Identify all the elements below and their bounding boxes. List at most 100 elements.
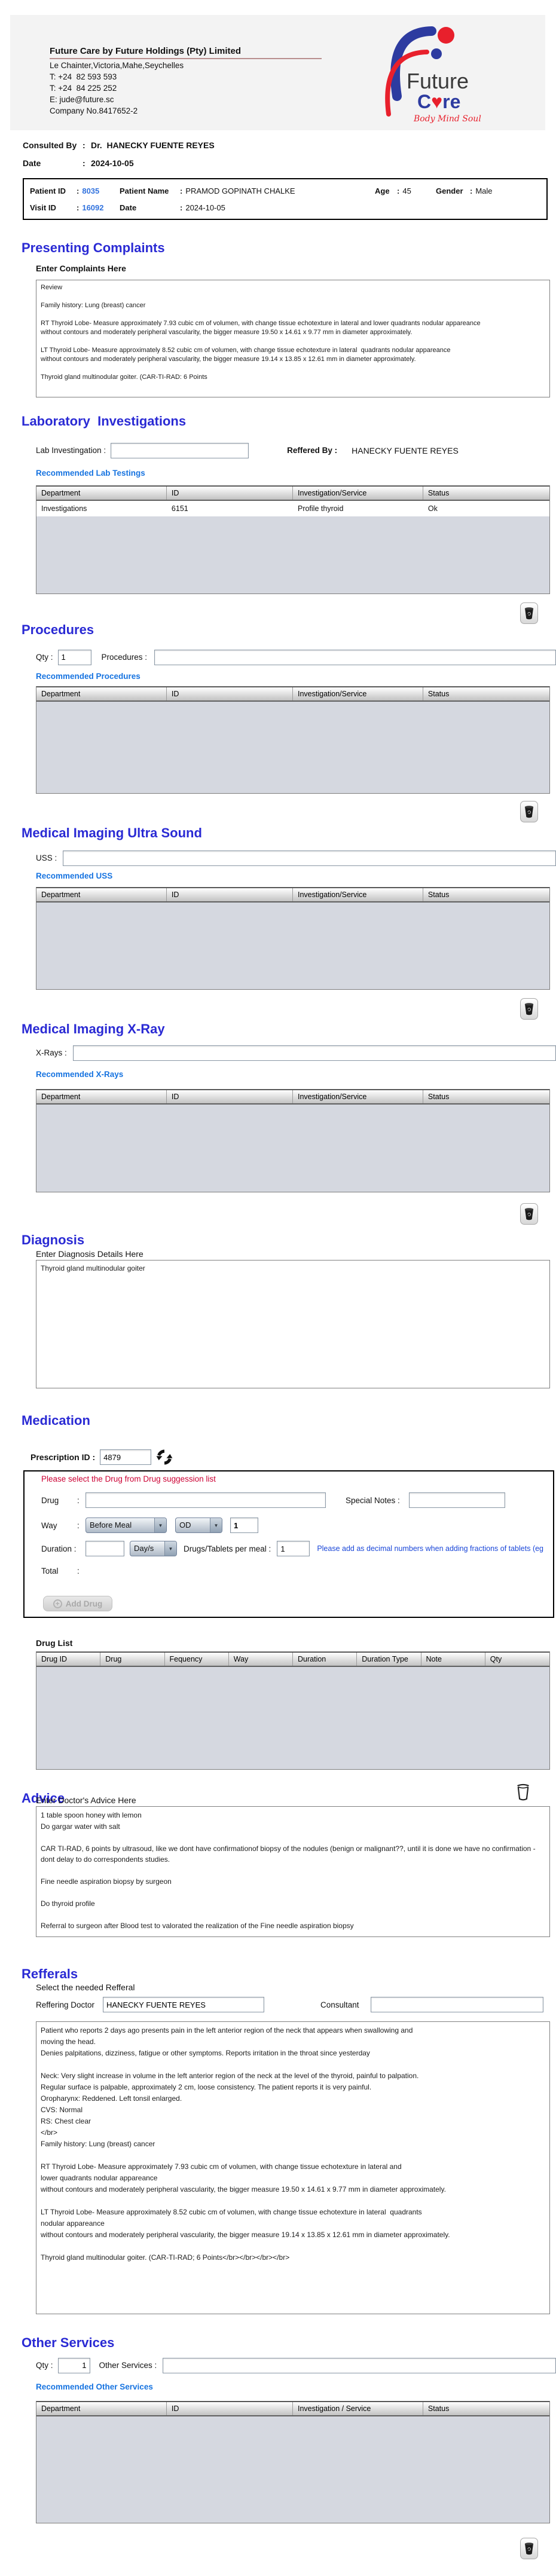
drug-input[interactable] xyxy=(85,1492,326,1508)
other-services-input-row: Qty : Other Services : xyxy=(36,2357,556,2373)
way-select[interactable]: Before Meal ▼ xyxy=(85,1518,167,1533)
procedures-title: Procedures xyxy=(22,623,556,637)
uss-actions-row xyxy=(36,998,550,1020)
table-row[interactable]: Investigations 6151 Profile thyroid Ok xyxy=(36,501,549,516)
delete-uss-selection-button[interactable] xyxy=(520,998,538,1020)
delete-lab-selection-button[interactable] xyxy=(520,602,538,624)
duration-input[interactable] xyxy=(85,1541,124,1556)
advice-textarea[interactable]: 1 table spoon honey with lemon Do gargar… xyxy=(36,1806,550,1937)
procedures-label: Procedures : xyxy=(102,653,148,662)
other-services-table-body xyxy=(36,2416,549,2523)
company-phone-2: T: +24 84 225 252 xyxy=(50,84,322,93)
column-header-department: Department xyxy=(36,687,167,700)
other-services-label: Other Services : xyxy=(99,2361,157,2370)
refresh-button[interactable] xyxy=(156,1449,173,1466)
drug-row: Drug : Special Notes : xyxy=(41,1492,553,1508)
prescription-id-input[interactable] xyxy=(100,1449,151,1465)
ultrasound-title: Medical Imaging Ultra Sound xyxy=(22,826,556,840)
recommended-procedures-link[interactable]: Recommended Procedures xyxy=(36,672,140,681)
consult-date-row: Date : 2024-10-05 xyxy=(23,158,556,168)
delete-xray-selection-button[interactable] xyxy=(520,1203,538,1225)
duration-unit-select[interactable]: Day/s ▼ xyxy=(130,1541,177,1556)
xray-table-header: Department ID Investigation/Service Stat… xyxy=(36,1090,549,1105)
company-phone-1: T: +24 82 593 593 xyxy=(50,72,322,82)
procedures-input[interactable] xyxy=(154,650,556,665)
frequency-qty-input[interactable] xyxy=(230,1518,258,1533)
refferal-select-label: Select the needed Refferal xyxy=(36,1983,556,1992)
recommended-uss-link[interactable]: Recommended USS xyxy=(36,871,112,881)
referral-textarea[interactable]: Patient who reports 2 days ago presents … xyxy=(36,2021,550,2314)
lab-investigation-input[interactable] xyxy=(111,443,249,458)
column-header-drug-id: Drug ID xyxy=(36,1653,100,1666)
column-header-drug: Drug xyxy=(100,1653,164,1666)
add-drug-panel: Please select the Drug from Drug suggess… xyxy=(23,1470,554,1618)
complaints-textarea[interactable]: Review Family history: Lung (breast) can… xyxy=(36,280,550,397)
reffering-doctor-label: Reffering Doctor xyxy=(36,2000,103,2009)
trash-icon xyxy=(524,606,534,620)
chevron-down-icon: ▼ xyxy=(164,1541,176,1556)
duration-row: Duration : Day/s ▼ Drugs/Tablets per mea… xyxy=(41,1541,553,1556)
svg-text:C♥re: C♥re xyxy=(417,91,460,112)
add-drug-button[interactable]: + Add Drug xyxy=(43,1596,112,1611)
recommended-xrays-link[interactable]: Recommended X-Rays xyxy=(36,1070,123,1079)
refferals-title: Refferals xyxy=(22,1967,556,1981)
per-meal-input[interactable] xyxy=(277,1541,310,1556)
lab-investigation-label: Lab Investingation : xyxy=(36,446,106,455)
drug-list-label: Drug List xyxy=(36,1638,556,1648)
patient-info-box: Patient ID:8035 Patient Name:PRAMOD GOPI… xyxy=(23,178,548,220)
other-services-title: Other Services xyxy=(22,2336,556,2350)
special-notes-input[interactable] xyxy=(409,1492,505,1508)
header-band: Future Care by Future Holdings (Pty) Lim… xyxy=(10,15,545,130)
patient-name-value: PRAMOD GOPINATH CHALKE xyxy=(185,186,295,195)
visit-date-value: 2024-10-05 xyxy=(185,203,225,212)
column-header-id: ID xyxy=(167,1090,293,1103)
frequency-select[interactable]: OD ▼ xyxy=(175,1518,222,1533)
chevron-down-icon: ▼ xyxy=(154,1518,166,1532)
consultation-report-page: Future Care by Future Holdings (Pty) Lim… xyxy=(0,0,556,2564)
delete-procedure-selection-button[interactable] xyxy=(520,801,538,822)
logo-graphic: Future C♥re Body Mind Soul xyxy=(372,20,494,130)
xray-actions-row xyxy=(36,1203,550,1225)
consultant-input[interactable] xyxy=(371,1997,543,2012)
other-services-qty-input[interactable] xyxy=(58,2358,90,2373)
consulted-by-label: Consulted By xyxy=(23,140,83,150)
other-services-table-header: Department ID Investigation / Service St… xyxy=(36,2401,549,2416)
total-label: Total xyxy=(41,1567,77,1575)
drug-table-body xyxy=(36,1667,549,1769)
patient-row-2: Visit ID:16092 Date:2024-10-05 xyxy=(30,203,546,213)
other-services-input[interactable] xyxy=(163,2358,556,2373)
future-care-logo: Future C♥re Body Mind Soul xyxy=(372,20,494,133)
xray-label: X-Rays : xyxy=(36,1048,67,1057)
delete-drug-selection-button[interactable] xyxy=(513,1779,533,1804)
lab-table-body: Investigations 6151 Profile thyroid Ok xyxy=(36,501,549,593)
decimal-hint: Please add as decimal numbers when addin… xyxy=(317,1544,553,1553)
company-info: Future Care by Future Holdings (Pty) Lim… xyxy=(50,46,322,116)
trash-icon xyxy=(524,1002,534,1016)
reffered-by-value: HANECKY FUENTE REYES xyxy=(352,446,459,455)
recommended-lab-testings-link[interactable]: Recommended Lab Testings xyxy=(36,469,145,478)
advice-label: Enter Doctor's Advice Here xyxy=(36,1795,550,1805)
column-header-status: Status xyxy=(423,1090,549,1103)
column-header-fequency: Fequency xyxy=(165,1653,229,1666)
company-address: Le Chainter,Victoria,Mahe,Seychelles xyxy=(50,61,322,71)
diagnosis-textarea[interactable]: Thyroid gland multinodular goiter xyxy=(36,1260,550,1388)
procedures-qty-input[interactable] xyxy=(58,650,91,665)
visit-date-label: Date xyxy=(120,203,177,212)
diagnosis-label: Enter Diagnosis Details Here xyxy=(36,1249,556,1259)
per-meal-label: Drugs/Tablets per meal : xyxy=(184,1544,271,1553)
xray-input[interactable] xyxy=(73,1045,556,1061)
reffering-doctor-input[interactable] xyxy=(103,1997,264,2012)
lab-testings-table: Department ID Investigation/Service Stat… xyxy=(36,485,550,594)
uss-input[interactable] xyxy=(63,850,556,866)
uss-table-body xyxy=(36,902,549,989)
uss-input-row: USS : xyxy=(36,850,556,866)
svg-text:Future: Future xyxy=(407,69,469,93)
column-header-department: Department xyxy=(36,2402,167,2415)
delete-other-service-selection-button[interactable] xyxy=(520,2538,538,2559)
procedures-table: Department ID Investigation/Service Stat… xyxy=(36,686,550,794)
visit-id-value: 16092 xyxy=(82,203,103,212)
visit-id-label: Visit ID xyxy=(30,203,74,212)
procedures-qty-label: Qty : xyxy=(36,653,53,662)
recommended-other-services-link[interactable]: Recommended Other Services xyxy=(36,2382,153,2392)
column-header-service: Investigation/Service xyxy=(293,487,423,500)
